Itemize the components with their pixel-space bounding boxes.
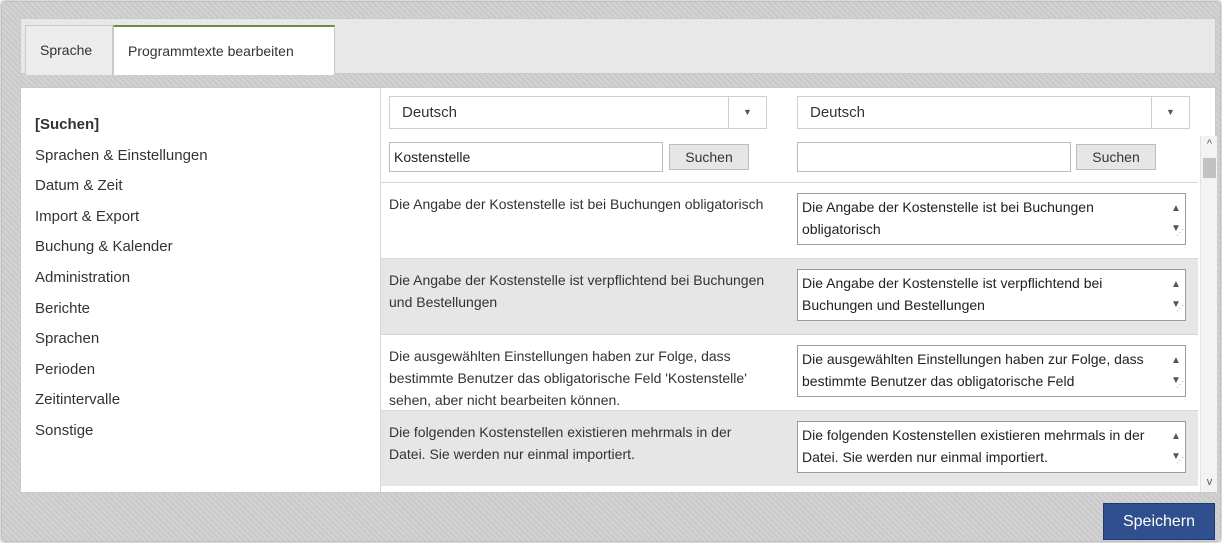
sidebar-item-zeitintervalle[interactable]: Zeitintervalle bbox=[21, 385, 380, 416]
tab-sprache[interactable]: Sprache bbox=[25, 25, 113, 75]
target-language-select[interactable]: Deutsch ▼ bbox=[797, 96, 1190, 129]
app-frame: Sprache Programmtexte bearbeiten [Suchen… bbox=[2, 2, 1220, 541]
textarea-scrollbar[interactable]: ▲ ▼ ⋰ bbox=[1167, 346, 1185, 396]
target-textarea[interactable]: Die ausgewählten Einstellungen haben zur… bbox=[797, 345, 1186, 397]
scroll-down-icon[interactable]: v bbox=[1201, 476, 1218, 488]
target-search-button[interactable]: Suchen bbox=[1076, 144, 1156, 170]
list-item: Die Angabe der Kostenstelle ist verpflic… bbox=[381, 258, 1198, 334]
sidebar-item-buchung-kalender[interactable]: Buchung & Kalender bbox=[21, 232, 380, 263]
translation-list: Die Angabe der Kostenstelle ist bei Buch… bbox=[381, 182, 1198, 492]
tab-programmtexte-bearbeiten[interactable]: Programmtexte bearbeiten bbox=[113, 25, 335, 75]
source-search-input[interactable] bbox=[389, 142, 663, 172]
sidebar-item-datum-zeit[interactable]: Datum & Zeit bbox=[21, 171, 380, 202]
sidebar-item-suchen[interactable]: [Suchen] bbox=[21, 110, 380, 141]
sidebar-item-import-export[interactable]: Import & Export bbox=[21, 202, 380, 233]
source-text: Die Angabe der Kostenstelle ist verpflic… bbox=[389, 272, 765, 310]
scroll-up-icon[interactable]: ^ bbox=[1201, 138, 1218, 150]
source-search-button[interactable]: Suchen bbox=[669, 144, 749, 170]
save-button[interactable]: Speichern bbox=[1103, 503, 1215, 540]
chevron-down-icon[interactable]: ▼ bbox=[728, 97, 766, 128]
source-language-value: Deutsch bbox=[402, 104, 458, 121]
list-item: Die Angabe der Kostenstelle ist bei Buch… bbox=[381, 182, 1198, 258]
resize-grip-icon[interactable]: ⋰ bbox=[1176, 374, 1184, 396]
resize-grip-icon[interactable]: ⋰ bbox=[1176, 222, 1184, 244]
textarea-scrollbar[interactable]: ▲ ▼ ⋰ bbox=[1167, 422, 1185, 472]
target-text: Die folgenden Kostenstellen existieren m… bbox=[802, 427, 1145, 465]
target-textarea[interactable]: Die folgenden Kostenstellen existieren m… bbox=[797, 421, 1186, 473]
source-text: Die folgenden Kostenstellen existieren m… bbox=[389, 424, 732, 462]
source-text: Die ausgewählten Einstellungen haben zur… bbox=[389, 348, 747, 408]
target-search-input[interactable] bbox=[797, 142, 1071, 172]
chevron-down-icon[interactable]: ▼ bbox=[1151, 97, 1189, 128]
target-text: Die ausgewählten Einstellungen haben zur… bbox=[802, 351, 1144, 389]
scrollbar-thumb[interactable] bbox=[1203, 158, 1216, 178]
target-textarea[interactable]: Die Angabe der Kostenstelle ist bei Buch… bbox=[797, 193, 1186, 245]
list-item: Die folgenden Kostenstellen existieren m… bbox=[381, 410, 1198, 486]
sidebar-item-sprachen[interactable]: Sprachen bbox=[21, 324, 380, 355]
sidebar-item-perioden[interactable]: Perioden bbox=[21, 355, 380, 386]
target-text: Die Angabe der Kostenstelle ist bei Buch… bbox=[802, 199, 1094, 237]
main-panel: Deutsch ▼ Deutsch ▼ Suchen Suchen Die An… bbox=[381, 88, 1217, 492]
textarea-scrollbar[interactable]: ▲ ▼ ⋰ bbox=[1167, 194, 1185, 244]
textarea-scrollbar[interactable]: ▲ ▼ ⋰ bbox=[1167, 270, 1185, 320]
tab-bar: Sprache Programmtexte bearbeiten bbox=[20, 18, 1216, 75]
scroll-up-icon[interactable]: ▲ bbox=[1167, 350, 1185, 372]
scroll-up-icon[interactable]: ▲ bbox=[1167, 198, 1185, 220]
sidebar-item-berichte[interactable]: Berichte bbox=[21, 294, 380, 325]
scroll-up-icon[interactable]: ▲ bbox=[1167, 426, 1185, 448]
main-scrollbar[interactable]: ^ v bbox=[1200, 136, 1217, 492]
list-item: Die ausgewählten Einstellungen haben zur… bbox=[381, 334, 1198, 410]
target-language-value: Deutsch bbox=[810, 104, 866, 121]
source-language-select[interactable]: Deutsch ▼ bbox=[389, 96, 767, 129]
sidebar-item-sprachen-einstellungen[interactable]: Sprachen & Einstellungen bbox=[21, 141, 380, 172]
sidebar: [Suchen] Sprachen & Einstellungen Datum … bbox=[21, 88, 381, 492]
target-textarea[interactable]: Die Angabe der Kostenstelle ist verpflic… bbox=[797, 269, 1186, 321]
source-text: Die Angabe der Kostenstelle ist bei Buch… bbox=[389, 196, 764, 212]
scroll-up-icon[interactable]: ▲ bbox=[1167, 274, 1185, 296]
target-text: Die Angabe der Kostenstelle ist verpflic… bbox=[802, 275, 1103, 313]
sidebar-item-sonstige[interactable]: Sonstige bbox=[21, 416, 380, 447]
sidebar-item-administration[interactable]: Administration bbox=[21, 263, 380, 294]
resize-grip-icon[interactable]: ⋰ bbox=[1176, 450, 1184, 472]
content-panel: [Suchen] Sprachen & Einstellungen Datum … bbox=[20, 87, 1217, 493]
resize-grip-icon[interactable]: ⋰ bbox=[1176, 298, 1184, 320]
